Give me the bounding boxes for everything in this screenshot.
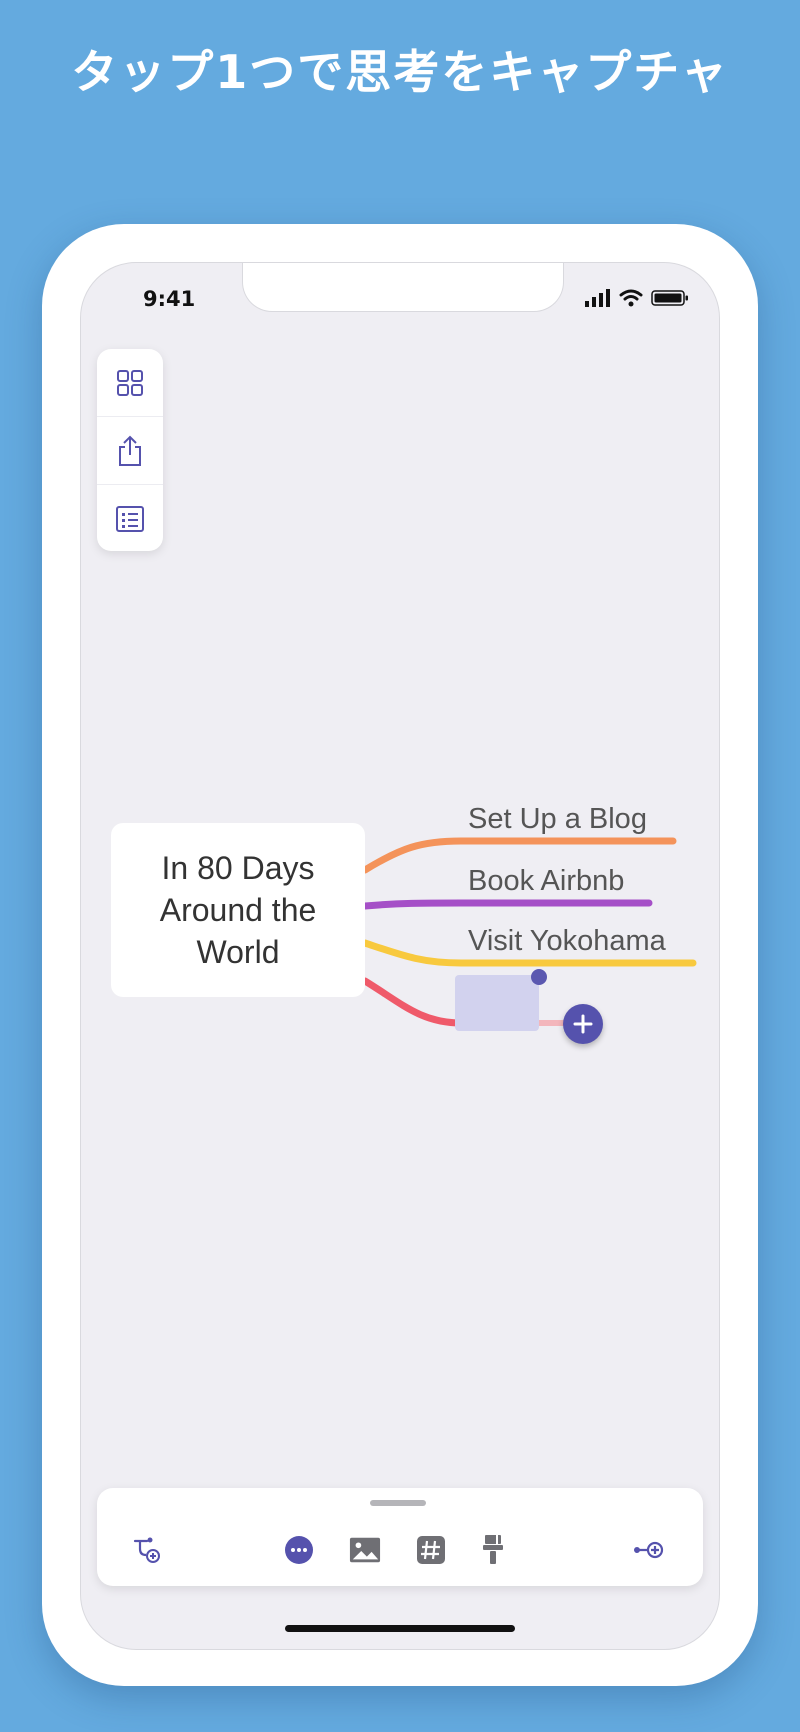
add-branch-icon [133, 1537, 160, 1563]
bottom-toolbar [97, 1488, 703, 1586]
home-indicator[interactable] [285, 1625, 515, 1632]
style-brush-icon [483, 1535, 503, 1564]
plus-icon [573, 1014, 593, 1034]
image-icon [349, 1537, 381, 1563]
branch-label-yokohama[interactable]: Visit Yokohama [468, 925, 666, 958]
add-branch-button[interactable] [131, 1534, 163, 1566]
more-options-icon [285, 1536, 313, 1564]
branch-label-airbnb[interactable]: Book Airbnb [468, 865, 624, 898]
tag-button[interactable] [415, 1534, 447, 1566]
tag-icon [417, 1536, 445, 1564]
app-screen: 9:41 In 80 Days Around the World Set Up … [80, 262, 720, 1650]
style-button[interactable] [477, 1534, 509, 1566]
branch-line-airbnb [361, 899, 653, 910]
branch-label-blog[interactable]: Set Up a Blog [468, 803, 647, 836]
drag-handle[interactable] [531, 969, 547, 985]
central-topic-node[interactable]: In 80 Days Around the World [111, 823, 365, 997]
sheet-grabber[interactable] [370, 1500, 426, 1506]
more-options-button[interactable] [283, 1534, 315, 1566]
add-topic-button[interactable] [563, 1004, 603, 1044]
add-sibling-icon [634, 1541, 664, 1559]
headline: タップ1つで思考をキャプチャ [71, 45, 729, 99]
add-sibling-button[interactable] [633, 1534, 665, 1566]
new-topic-placeholder[interactable] [455, 975, 539, 1031]
central-topic-text: In 80 Days Around the World [159, 850, 317, 970]
image-button[interactable] [349, 1534, 381, 1566]
